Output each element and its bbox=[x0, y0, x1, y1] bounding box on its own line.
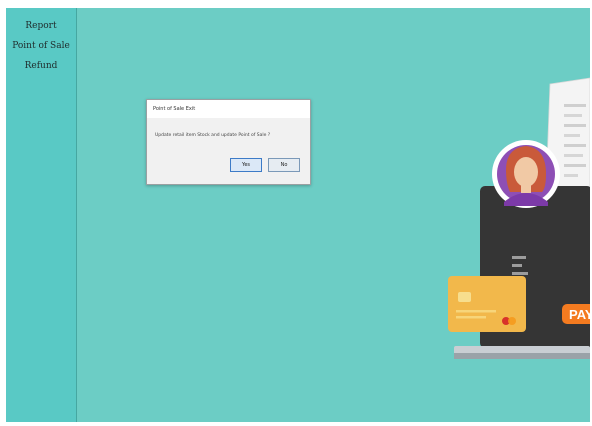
pay-button: PAY bbox=[562, 304, 590, 324]
dialog-title: Point of Sale Exit bbox=[147, 100, 310, 118]
dialog-message: Update retail item Stock and update Poin… bbox=[155, 133, 271, 138]
credit-card-icon bbox=[448, 276, 526, 332]
sidebar: Report Point of Sale Refund bbox=[6, 8, 77, 422]
user-avatar-icon bbox=[492, 140, 560, 208]
dialog-buttons: Yes No bbox=[230, 158, 300, 172]
payment-illustration: PAY bbox=[448, 77, 590, 359]
app-window: Report Point of Sale Refund Point of Sal… bbox=[6, 8, 590, 422]
pay-label: PAY bbox=[569, 307, 590, 322]
sidebar-item-refund[interactable]: Refund bbox=[6, 60, 76, 72]
no-button[interactable]: No bbox=[268, 158, 300, 172]
yes-button[interactable]: Yes bbox=[230, 158, 262, 172]
sidebar-item-report[interactable]: Report bbox=[6, 20, 76, 32]
sidebar-item-point-of-sale[interactable]: Point of Sale bbox=[6, 40, 76, 52]
laptop-icon bbox=[454, 186, 590, 359]
confirm-dialog: Point of Sale Exit Update retail item St… bbox=[146, 99, 311, 185]
